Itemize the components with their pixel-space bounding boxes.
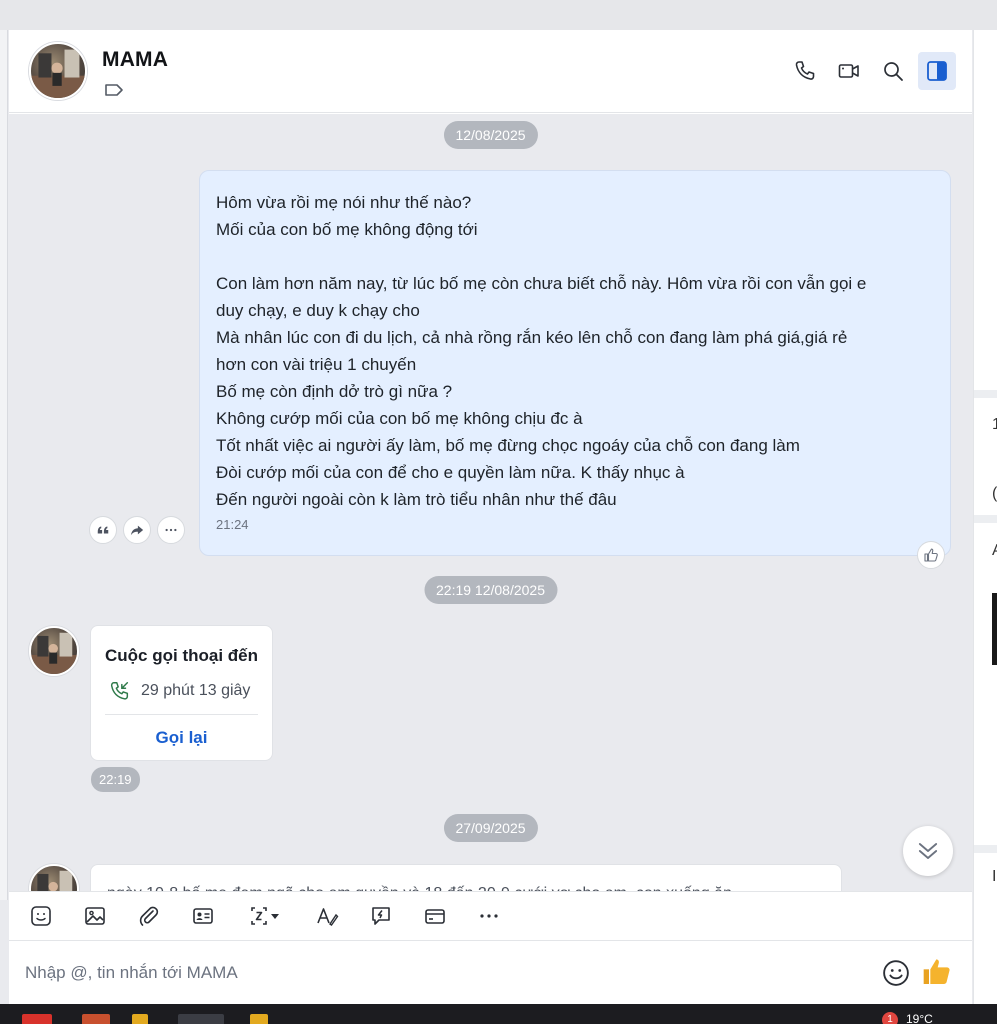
panel-separator bbox=[974, 390, 997, 398]
composer-toolbar bbox=[9, 891, 972, 941]
incoming-message[interactable]: ngày 10-8 bố mẹ đem ngã cho em quyền và … bbox=[90, 864, 842, 891]
message-line: Mối của con bố mẹ không động tới bbox=[216, 220, 478, 239]
message-line: Không cướp mối của con bố mẹ không chịu … bbox=[216, 409, 583, 428]
more-icon bbox=[165, 528, 177, 532]
search-icon bbox=[884, 62, 903, 81]
voice-call-button[interactable] bbox=[786, 52, 824, 90]
card-icon bbox=[425, 909, 445, 924]
date-separator: 22:19 12/08/2025 bbox=[424, 576, 557, 604]
quick-message-icon bbox=[372, 907, 390, 925]
taskbar-app-icon[interactable] bbox=[82, 1014, 110, 1024]
contact-name[interactable]: MAMA bbox=[102, 48, 168, 72]
more-icon bbox=[480, 914, 498, 918]
forward-button[interactable] bbox=[123, 516, 151, 544]
message-line: Tốt nhất việc ai người ấy làm, bố mẹ đừn… bbox=[216, 436, 800, 455]
contact-card-icon bbox=[193, 908, 213, 924]
message-time: 22:19 bbox=[91, 767, 140, 792]
more-tools-button[interactable] bbox=[473, 900, 505, 932]
thumbs-up-icon[interactable] bbox=[921, 956, 953, 988]
window-top-strip bbox=[0, 0, 997, 30]
weather-temperature[interactable]: 19°C bbox=[906, 1012, 933, 1024]
info-panel: 1 ( A I bbox=[973, 30, 997, 1004]
send-contact-card-button[interactable] bbox=[187, 900, 219, 932]
screenshot-button[interactable] bbox=[241, 900, 289, 932]
message-line: duy chạy, e duy k chạy cho bbox=[216, 301, 420, 320]
call-title: Cuộc gọi thoại đến bbox=[105, 646, 258, 665]
paperclip-icon bbox=[139, 906, 159, 926]
message-list[interactable]: 12/08/2025 Hôm vừa rồi mẹ nói như thế nà… bbox=[9, 114, 972, 891]
message-line bbox=[216, 243, 934, 270]
date-separator: 27/09/2025 bbox=[443, 814, 538, 842]
thumbs-up-outline-icon bbox=[924, 548, 938, 562]
sender-avatar[interactable] bbox=[29, 864, 79, 891]
message-text: Hôm vừa rồi mẹ nói như thế nào? Mối của … bbox=[216, 189, 934, 513]
message-input[interactable] bbox=[19, 954, 839, 992]
video-call-button[interactable] bbox=[830, 52, 868, 90]
quote-button[interactable] bbox=[89, 516, 117, 544]
screenshot-icon bbox=[251, 907, 279, 925]
panel-media-thumbnail[interactable] bbox=[992, 593, 997, 665]
message-line: Con làm hơn năm nay, từ lúc bố mẹ còn ch… bbox=[216, 274, 867, 293]
image-icon bbox=[85, 907, 105, 925]
emoji-icon[interactable] bbox=[881, 958, 911, 988]
panel-text: A bbox=[992, 542, 997, 560]
text-format-icon bbox=[317, 908, 339, 926]
call-back-button[interactable]: Gọi lại bbox=[91, 728, 272, 748]
panel-separator bbox=[974, 515, 997, 523]
date-separator: 12/08/2025 bbox=[443, 121, 538, 149]
message-line: Bố mẹ còn định dở trò gì nữa ? bbox=[216, 382, 453, 401]
sender-avatar[interactable] bbox=[29, 626, 79, 676]
call-duration: 29 phút 13 giây bbox=[141, 682, 251, 699]
message-actions bbox=[89, 516, 185, 544]
text-format-button[interactable] bbox=[311, 900, 343, 932]
forward-icon bbox=[130, 525, 144, 536]
panel-text: ( bbox=[992, 485, 997, 502]
divider bbox=[105, 714, 258, 715]
message-line: Đòi cướp mối của con để cho e quyền làm … bbox=[216, 463, 685, 482]
message-composer bbox=[9, 942, 972, 1004]
sticker-button[interactable] bbox=[25, 900, 57, 932]
message-line: Hôm vừa rồi mẹ nói như thế nào? bbox=[216, 193, 472, 212]
attach-file-button[interactable] bbox=[133, 900, 165, 932]
sticker-icon bbox=[31, 906, 51, 926]
taskbar-app-icon[interactable] bbox=[178, 1014, 224, 1024]
chat-window: MAMA 12/08/2025 Hôm vừa rồi mẹ nói như t… bbox=[9, 30, 972, 1004]
panel-text: I bbox=[992, 868, 997, 885]
contact-avatar[interactable] bbox=[29, 42, 87, 100]
phone-icon bbox=[795, 61, 815, 80]
os-taskbar: 1 19°C bbox=[0, 1004, 997, 1024]
panel-separator bbox=[974, 845, 997, 853]
incoming-call-card: Cuộc gọi thoại đến 29 phút 13 giây Gọi l… bbox=[90, 625, 273, 761]
message-line: hơn con vài triệu 1 chuyến bbox=[216, 355, 417, 374]
notification-badge[interactable]: 1 bbox=[882, 1012, 898, 1024]
message-line: Đến người ngoài còn k làm trò tiểu nhân … bbox=[216, 490, 617, 509]
scroll-to-bottom-button[interactable] bbox=[903, 826, 953, 876]
outgoing-message[interactable]: Hôm vừa rồi mẹ nói như thế nào? Mối của … bbox=[199, 170, 951, 556]
tag-icon[interactable] bbox=[104, 82, 124, 98]
send-image-button[interactable] bbox=[79, 900, 111, 932]
toggle-info-panel-button[interactable] bbox=[918, 52, 956, 90]
payment-button[interactable] bbox=[419, 900, 451, 932]
incoming-call-icon bbox=[110, 682, 129, 700]
chat-header: MAMA bbox=[9, 30, 972, 113]
sidebar-toggle-icon bbox=[927, 61, 947, 81]
taskbar-app-icon[interactable] bbox=[250, 1014, 268, 1024]
message-time: 21:24 bbox=[216, 517, 249, 532]
message-line: Mà nhân lúc con đi du lịch, cả nhà rồng … bbox=[216, 328, 848, 347]
quick-message-button[interactable] bbox=[365, 900, 397, 932]
search-button[interactable] bbox=[874, 52, 912, 90]
taskbar-app-icon[interactable] bbox=[22, 1014, 52, 1024]
more-options-button[interactable] bbox=[157, 516, 185, 544]
conversation-list-edge bbox=[0, 30, 8, 900]
taskbar-app-icon[interactable] bbox=[132, 1014, 148, 1024]
react-like-button[interactable] bbox=[917, 541, 945, 569]
double-chevron-down-icon bbox=[918, 843, 938, 859]
video-icon bbox=[838, 64, 859, 78]
quote-icon bbox=[97, 526, 109, 534]
panel-text: 1 bbox=[992, 416, 997, 433]
